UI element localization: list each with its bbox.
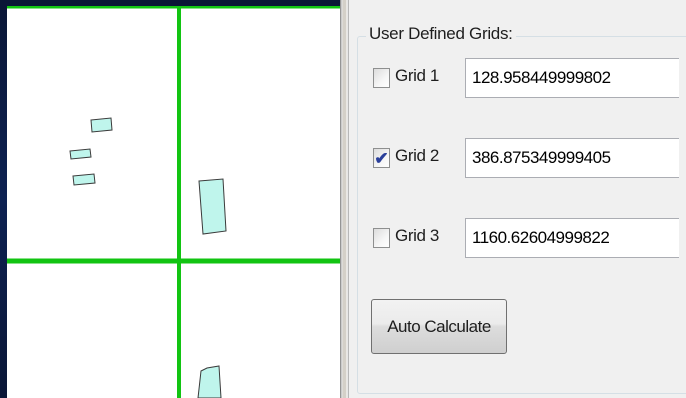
grid-settings-panel: User Defined Grids: Grid 1 128.958449999… xyxy=(349,0,686,398)
grid-2-label: Grid 2 xyxy=(395,146,439,165)
map-drawing xyxy=(7,6,340,398)
grid-2-value-field[interactable]: 386.875349999405 xyxy=(465,138,679,178)
grid-1-value-field[interactable]: 128.958449999802 xyxy=(465,58,679,98)
grid-row-1: Grid 1 128.958449999802 xyxy=(373,58,686,98)
grid-3-value-field[interactable]: 1160.62604999822 xyxy=(465,218,679,258)
parcel-shape[interactable] xyxy=(197,365,222,398)
group-title: User Defined Grids: xyxy=(366,24,516,44)
grid-1-checkbox[interactable] xyxy=(373,68,390,88)
grid-1-label: Grid 1 xyxy=(395,66,439,85)
grid-row-2: ✔ Grid 2 386.875349999405 xyxy=(373,138,686,178)
map-canvas[interactable] xyxy=(7,6,340,398)
grid-2-checkbox[interactable]: ✔ xyxy=(373,148,390,168)
grid-row-3: Grid 3 1160.62604999822 xyxy=(373,218,686,258)
checkmark-icon: ✔ xyxy=(374,148,389,168)
parcel-shape[interactable] xyxy=(72,173,96,186)
grid-3-checkbox[interactable] xyxy=(373,228,390,248)
grid-3-label: Grid 3 xyxy=(395,226,439,245)
auto-calculate-button[interactable]: Auto Calculate xyxy=(371,299,507,354)
parcel-shape[interactable] xyxy=(69,148,92,160)
parcel-shape[interactable] xyxy=(198,178,227,235)
parcel-shape[interactable] xyxy=(90,117,113,133)
panel-splitter[interactable] xyxy=(340,0,349,398)
